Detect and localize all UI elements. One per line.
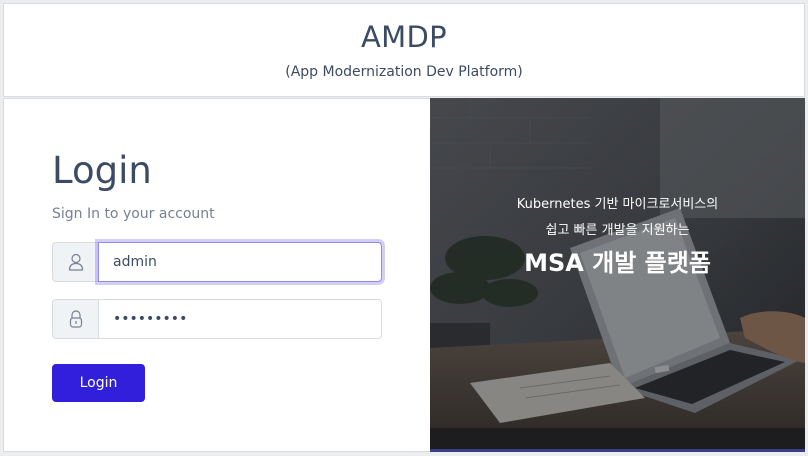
user-icon — [52, 242, 98, 282]
hero-image-panel: Kubernetes 기반 마이크로서비스의 쉽고 빠른 개발을 지원하는 MS… — [430, 98, 805, 452]
login-subtitle: Sign In to your account — [52, 206, 215, 222]
login-card: Login Sign In to your account Login — [3, 98, 430, 452]
hero-line-2: 쉽고 빠른 개발을 지원하는 — [545, 223, 690, 238]
login-button[interactable]: Login — [52, 364, 145, 402]
hero-line-1: Kubernetes 기반 마이크로서비스의 — [516, 197, 719, 212]
lock-icon — [52, 299, 98, 339]
password-input-group — [52, 299, 382, 339]
app-header: AMDP (App Modernization Dev Platform) — [3, 3, 805, 97]
hero-headline: MSA 개발 플랫폼 — [524, 249, 711, 277]
password-input[interactable] — [98, 299, 382, 339]
app-subtitle: (App Modernization Dev Platform) — [285, 64, 523, 80]
app-title: AMDP — [361, 20, 447, 54]
username-input[interactable] — [98, 242, 382, 282]
username-input-group — [52, 242, 382, 282]
login-title: Login — [52, 149, 152, 192]
